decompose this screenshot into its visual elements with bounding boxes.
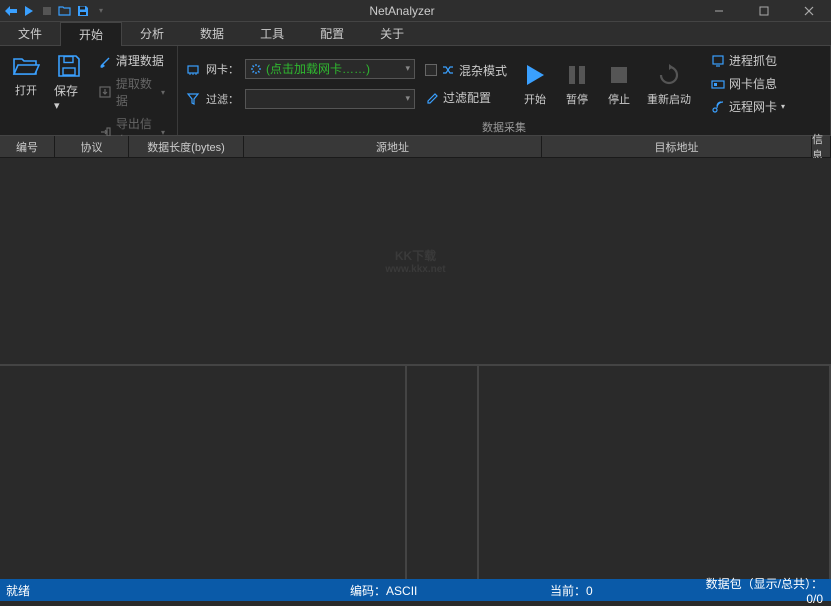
status-ready: 就绪 bbox=[0, 582, 350, 599]
menu-tools[interactable]: 工具 bbox=[242, 22, 302, 46]
stop-button[interactable]: 停止 bbox=[601, 59, 637, 109]
remote-nic-button[interactable]: 远程网卡 ▾ bbox=[707, 96, 789, 117]
clear-data-button[interactable]: 清理数据 bbox=[94, 50, 169, 71]
menu-start[interactable]: 开始 bbox=[60, 22, 122, 46]
chevron-down-icon: ▾ bbox=[405, 93, 410, 104]
process-capture-button[interactable]: 进程抓包 bbox=[707, 50, 789, 71]
group-capture-label: 数据采集 bbox=[186, 117, 822, 135]
filter-dropdown[interactable]: ▾ bbox=[245, 89, 415, 109]
col-src[interactable]: 源地址 bbox=[244, 136, 542, 157]
pause-button[interactable]: 暂停 bbox=[559, 59, 595, 109]
detail-pane-right[interactable] bbox=[479, 366, 831, 579]
qa-open-icon[interactable] bbox=[58, 4, 72, 18]
chevron-down-icon: ▾ bbox=[405, 63, 410, 74]
qa-dropdown-icon[interactable]: ▾ bbox=[94, 4, 108, 18]
promisc-toggle[interactable]: 混杂模式 bbox=[421, 60, 511, 81]
qa-stop-icon[interactable] bbox=[40, 4, 54, 18]
detail-panes bbox=[0, 364, 831, 579]
menu-bar: 文件 开始 分析 数据 工具 配置 关于 bbox=[0, 22, 831, 46]
save-icon bbox=[55, 52, 83, 80]
nic-info-button[interactable]: 网卡信息 bbox=[707, 73, 789, 94]
maximize-button[interactable] bbox=[741, 0, 786, 22]
detail-pane-mid[interactable] bbox=[407, 366, 479, 579]
window-title: NetAnalyzer bbox=[108, 4, 696, 18]
watermark: KK下载 www.kkx.net bbox=[385, 247, 445, 275]
save-label: 保存 ▾ bbox=[54, 82, 84, 112]
nic-icon bbox=[186, 62, 200, 76]
folder-open-icon bbox=[12, 52, 40, 80]
close-button[interactable] bbox=[786, 0, 831, 22]
menu-config[interactable]: 配置 bbox=[302, 22, 362, 46]
shuffle-icon bbox=[441, 63, 455, 77]
status-current: 当前：0 bbox=[550, 582, 700, 599]
col-num[interactable]: 编号 bbox=[0, 136, 55, 157]
packet-grid-body[interactable]: KK下载 www.kkx.net bbox=[0, 158, 831, 364]
menu-file[interactable]: 文件 bbox=[0, 22, 60, 46]
card-icon bbox=[711, 77, 725, 91]
start-button[interactable]: 开始 bbox=[517, 59, 553, 109]
menu-analyze[interactable]: 分析 bbox=[122, 22, 182, 46]
status-bar: 就绪 编码：ASCII 当前：0 数据包（显示/总共）：0/0 bbox=[0, 579, 831, 601]
col-len[interactable]: 数据长度(bytes) bbox=[129, 136, 244, 157]
minimize-button[interactable] bbox=[696, 0, 741, 22]
col-info[interactable]: 信息 bbox=[812, 136, 831, 157]
pencil-icon bbox=[425, 90, 439, 104]
status-encoding: 编码：ASCII bbox=[350, 582, 550, 599]
app-icon bbox=[4, 4, 18, 18]
nic-dropdown[interactable]: (点击加载网卡……) ▾ bbox=[245, 59, 415, 79]
packet-grid-header: 编号 协议 数据长度(bytes) 源地址 目标地址 信息 bbox=[0, 136, 831, 158]
col-proto[interactable]: 协议 bbox=[55, 136, 129, 157]
menu-about[interactable]: 关于 bbox=[362, 22, 422, 46]
pause-icon bbox=[563, 61, 591, 89]
filter-config-button[interactable]: 过滤配置 bbox=[421, 87, 511, 108]
detail-pane-left[interactable] bbox=[0, 366, 407, 579]
stop-icon bbox=[605, 61, 633, 89]
qa-save-icon[interactable] bbox=[76, 4, 90, 18]
broom-icon bbox=[98, 54, 112, 68]
ribbon: 打开 保存 ▾ 清理数据 提取数据 bbox=[0, 46, 831, 136]
process-icon bbox=[711, 54, 725, 68]
checkbox-icon bbox=[425, 64, 437, 76]
nic-field-label: 网卡： bbox=[206, 61, 239, 77]
open-label: 打开 bbox=[15, 82, 37, 98]
play-icon bbox=[521, 61, 549, 89]
menu-data[interactable]: 数据 bbox=[182, 22, 242, 46]
loading-icon bbox=[250, 63, 262, 75]
filter-icon bbox=[186, 92, 200, 106]
qa-play-icon[interactable] bbox=[22, 4, 36, 18]
extract-icon bbox=[98, 85, 112, 99]
remote-icon bbox=[711, 100, 725, 114]
open-button[interactable]: 打开 bbox=[8, 50, 44, 100]
extract-data-button[interactable]: 提取数据 ▾ bbox=[94, 73, 169, 111]
restart-button[interactable]: 重新启动 bbox=[643, 59, 695, 109]
col-dst[interactable]: 目标地址 bbox=[542, 136, 812, 157]
save-button[interactable]: 保存 ▾ bbox=[50, 50, 88, 114]
filter-field-label: 过滤： bbox=[206, 91, 239, 107]
restart-icon bbox=[655, 61, 683, 89]
